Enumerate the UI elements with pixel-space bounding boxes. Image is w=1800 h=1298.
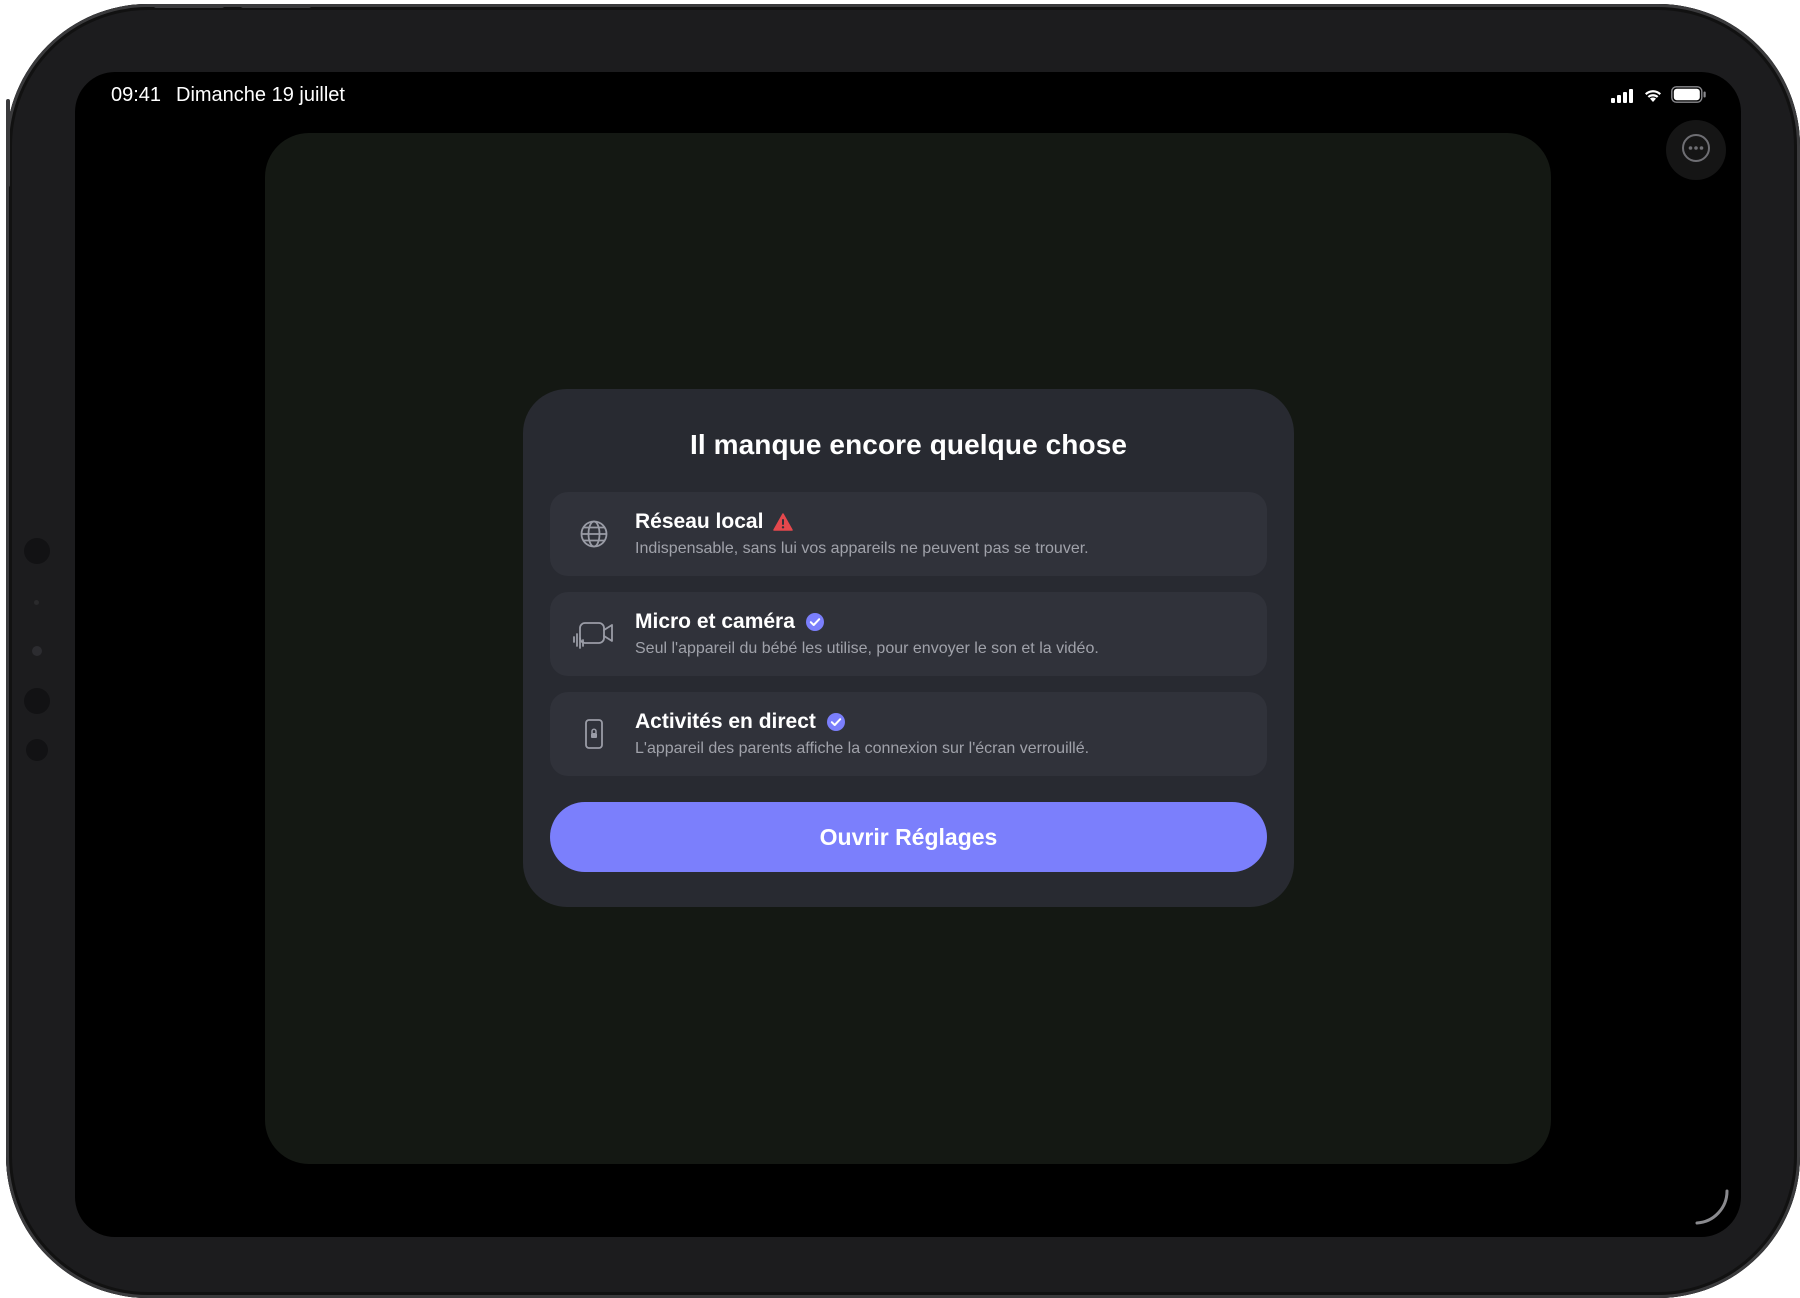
status-time: 09:41 [111,84,162,106]
permission-description: Indispensable, sans lui vos appareils ne… [635,540,1089,557]
cellular-signal-icon [1611,86,1635,109]
permission-title: Réseau local [635,510,764,533]
permission-description: Seul l'appareil du bébé les utilise, pou… [635,640,1099,657]
power-button [6,99,10,187]
permissions-dialog: Il manque encore quelque chose Réseau lo… [523,389,1294,907]
checkmark-badge-icon [826,712,846,732]
permission-title-line: Activités en direct [635,710,846,734]
sensor [24,688,50,714]
permission-description: L'appareil des parents affiche la connex… [635,740,1090,757]
warning-triangle-icon [773,512,794,532]
ipad-frame: 09:41 Dimanche 19 juillet Il manque enco… [6,4,1800,1298]
sensor [26,739,48,761]
checkmark-badge-icon [805,612,825,632]
globe-icon [572,512,616,556]
phone-lock-icon [572,712,616,756]
battery-icon [1671,86,1707,109]
front-camera [32,646,42,656]
dialog-title: Il manque encore quelque chose [689,429,1128,460]
sensor [24,538,50,564]
permission-title: Micro et caméra [635,610,795,633]
screen: 09:41 Dimanche 19 juillet Il manque enco… [75,72,1741,1237]
permission-title-line: Réseau local [635,510,794,534]
volume-down-button [241,4,311,8]
permission-title-line: Micro et caméra [635,610,825,634]
video-camera-icon [572,612,616,656]
permission-row-local-network[interactable]: Réseau local Indispensable, sans lui vos… [550,492,1267,576]
wifi-icon [1643,86,1663,109]
permission-row-live-activities[interactable]: Activités en direct L'appareil des paren… [550,692,1267,776]
volume-up-button [154,4,224,8]
open-settings-button[interactable]: Ouvrir Réglages [550,802,1267,872]
sensor-dot [34,600,39,605]
permission-row-mic-camera[interactable]: Micro et caméra Seul l'appareil du bébé … [550,592,1267,676]
status-icons [1611,86,1707,109]
permission-title: Activités en direct [635,710,816,733]
more-options-button[interactable] [1666,120,1726,180]
ellipsis-circle-icon [1681,133,1711,168]
status-bar: 09:41 Dimanche 19 juillet [75,72,1741,122]
corner-indicator [1691,1187,1731,1227]
status-date: Dimanche 19 juillet [176,84,345,106]
